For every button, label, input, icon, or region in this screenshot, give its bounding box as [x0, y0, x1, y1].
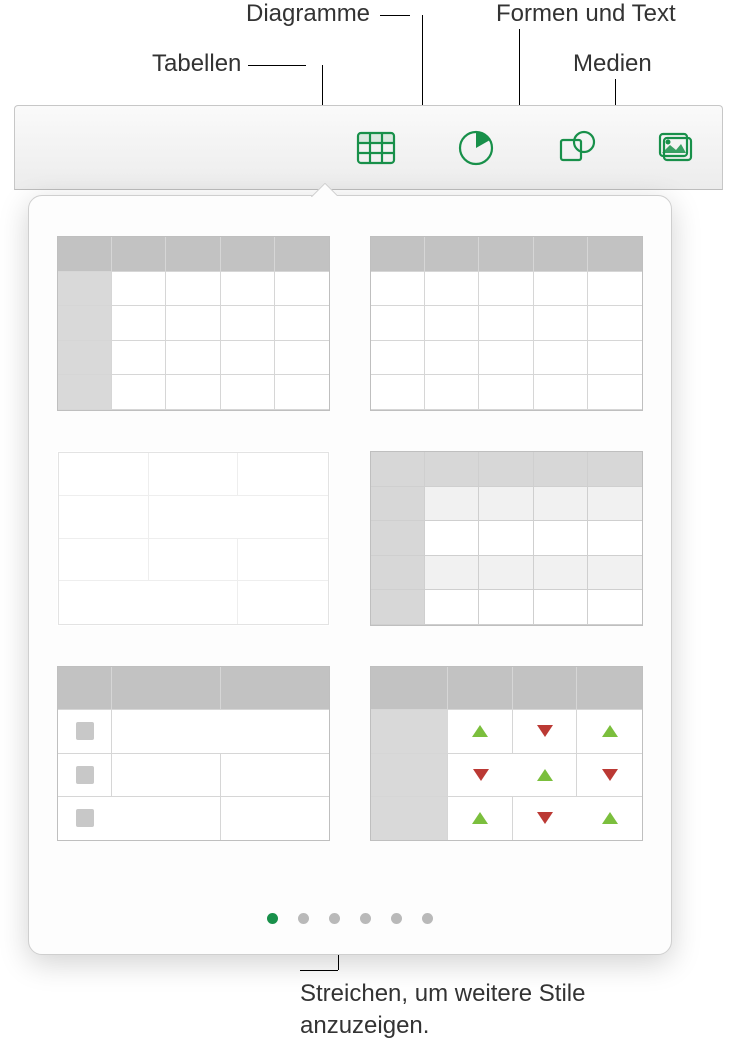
triangle-up-icon [472, 725, 488, 737]
shapes-button[interactable] [552, 124, 600, 172]
page-indicator [29, 913, 671, 924]
triangle-up-icon [602, 725, 618, 737]
page-dot[interactable] [391, 913, 402, 924]
callout-charts-label: Diagramme [246, 0, 370, 28]
shape-icon [555, 127, 597, 169]
page-dot[interactable] [267, 913, 278, 924]
table-style-option[interactable] [57, 236, 330, 411]
page-dot[interactable] [329, 913, 340, 924]
triangle-up-icon [537, 769, 553, 781]
table-styles-popover [28, 195, 672, 955]
triangle-down-icon [537, 725, 553, 737]
table-style-option[interactable] [370, 451, 643, 626]
leader [248, 65, 306, 66]
table-styles-grid [57, 236, 643, 841]
triangle-down-icon [473, 769, 489, 781]
toolbar [14, 105, 723, 190]
checkbox-icon [76, 722, 94, 740]
page-dot[interactable] [360, 913, 371, 924]
tables-button[interactable] [352, 124, 400, 172]
table-icon [355, 127, 397, 169]
pie-chart-icon [455, 127, 497, 169]
table-style-option[interactable] [370, 236, 643, 411]
triangle-down-icon [602, 769, 618, 781]
swipe-hint-label: Streichen, um weitere Stile anzuzeigen. [300, 978, 700, 1043]
media-button[interactable] [652, 124, 700, 172]
charts-button[interactable] [452, 124, 500, 172]
page-dot[interactable] [298, 913, 309, 924]
callout-media-label: Medien [573, 50, 652, 78]
triangle-up-icon [602, 812, 618, 824]
image-icon [655, 127, 697, 169]
callout-tables-label: Tabellen [152, 50, 241, 78]
screenshot-canvas: Tabellen Diagramme Formen und Text Medie… [0, 0, 737, 1060]
triangle-up-icon [472, 812, 488, 824]
toolbar-insert-group [352, 124, 700, 172]
table-style-option[interactable] [57, 451, 330, 626]
checkbox-icon [76, 809, 94, 827]
popover-arrow [311, 183, 337, 197]
leader [380, 15, 410, 16]
table-style-option[interactable] [57, 666, 330, 841]
callout-shapes-label: Formen und Text [496, 0, 676, 28]
table-style-option[interactable] [370, 666, 643, 841]
page-dot[interactable] [422, 913, 433, 924]
triangle-down-icon [537, 812, 553, 824]
checkbox-icon [76, 766, 94, 784]
leader [300, 970, 338, 971]
